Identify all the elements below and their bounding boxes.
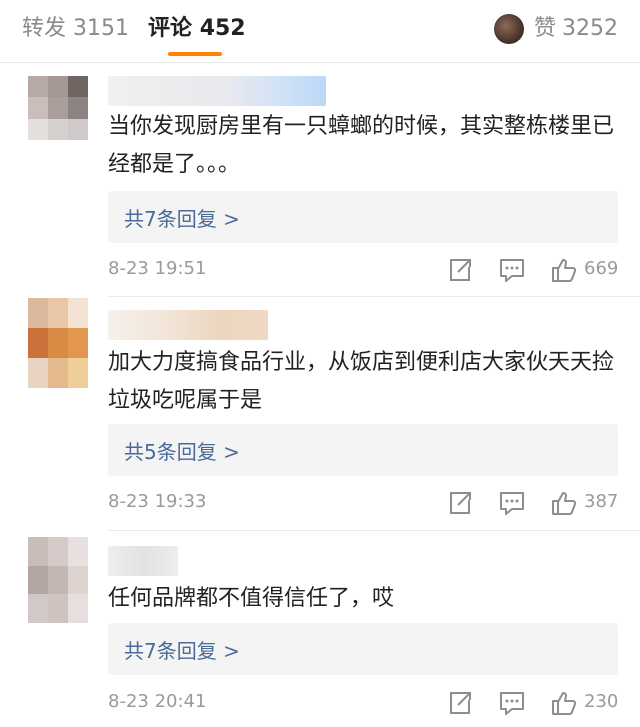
liker-avatar: [493, 14, 524, 44]
like-count: 387: [584, 491, 619, 512]
tab-comment-label: 评论: [148, 16, 193, 41]
thumbs-up-icon[interactable]: [550, 689, 578, 717]
tab-like-count: 3252: [562, 16, 618, 41]
reply-icon[interactable]: [498, 489, 526, 517]
divider: [108, 296, 640, 297]
comment-text: 加大力度搞食品行业，从饭店到便利店大家伙天天捡垃圾吃呢属于是: [108, 350, 615, 413]
view-replies-button[interactable]: 共7条回复 >: [108, 623, 618, 675]
comment-text: 当你发现厨房里有一只蟑螂的时候，其实整栋楼里已经都是了。。。: [108, 114, 615, 177]
tab-repost-count: 3151: [73, 16, 130, 41]
view-replies-button[interactable]: 共7条回复 >: [108, 191, 618, 243]
avatar[interactable]: [28, 537, 88, 623]
comment-meta: 8-23 20:41 230: [108, 689, 620, 719]
active-tab-indicator: [168, 52, 222, 56]
like-count: 230: [584, 691, 619, 712]
tab-comment[interactable]: 评论 452: [148, 14, 246, 44]
thumbs-up-icon[interactable]: [550, 256, 578, 284]
tab-comment-count: 452: [199, 16, 246, 41]
view-replies-button[interactable]: 共5条回复 >: [108, 424, 618, 476]
divider: [108, 530, 640, 531]
reply-icon[interactable]: [498, 689, 526, 717]
thumbs-up-icon[interactable]: [550, 489, 578, 517]
username-blurred[interactable]: [108, 76, 326, 106]
comment-text: 任何品牌都不值得信任了，哎: [108, 586, 395, 611]
comment-meta: 8-23 19:33 387: [108, 489, 620, 519]
tab-repost[interactable]: 转发 3151: [22, 14, 129, 44]
reply-icon[interactable]: [498, 256, 526, 284]
tab-like-label: 赞: [533, 16, 556, 41]
tab-bar: 转发 3151 评论 452 赞 3252: [0, 0, 640, 63]
comment-meta: 8-23 19:51 669: [108, 256, 620, 286]
username-blurred[interactable]: [108, 310, 268, 340]
share-icon[interactable]: [446, 489, 474, 517]
avatar[interactable]: [28, 298, 88, 388]
share-icon[interactable]: [446, 256, 474, 284]
comment-time: 8-23 19:51: [108, 258, 207, 279]
avatar[interactable]: [28, 76, 88, 140]
share-icon[interactable]: [446, 689, 474, 717]
tab-like[interactable]: 赞 3252: [493, 14, 618, 44]
comment-time: 8-23 20:41: [108, 691, 207, 712]
comment-time: 8-23 19:33: [108, 491, 207, 512]
username-blurred[interactable]: [108, 546, 178, 576]
tab-repost-label: 转发: [22, 16, 67, 41]
like-count: 669: [584, 258, 619, 279]
